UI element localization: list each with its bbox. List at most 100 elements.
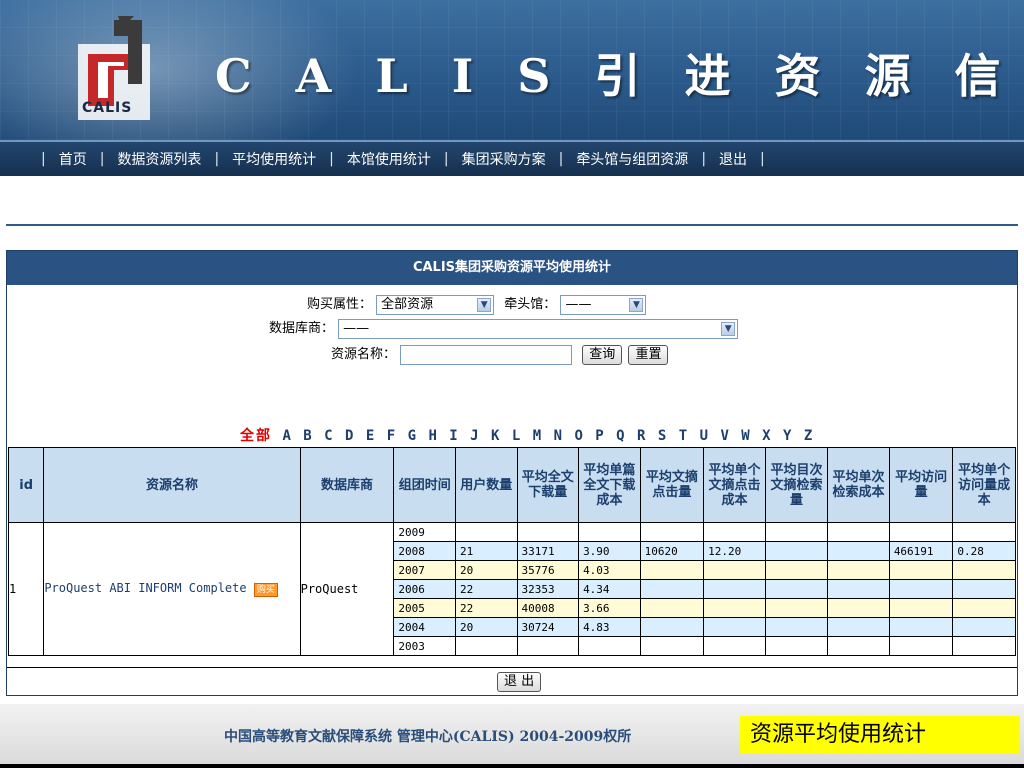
record-name-link[interactable]: ProQuest ABI INFORM Complete [44,581,246,595]
cell-download-cost [578,636,641,656]
nav-item-resource-list[interactable]: 数据资源列表 [117,149,201,169]
table-header-row: id 资源名称 数据库商 组团时间 用户数量 平均全文下载量 平均单篇全文下载成… [7,447,1016,523]
chevron-down-icon: ▼ [721,321,736,336]
resource-name-input[interactable] [400,344,573,365]
filter-row-name: 资源名称： 查询 重置 [331,343,669,365]
nav-separator: | [329,151,334,167]
nav-separator: | [558,151,564,167]
nav-separator: | [41,151,46,167]
cell-visits [888,522,954,542]
purchase-label: 购买属性： [307,297,373,312]
col-header-name: 资源名称 [43,447,301,523]
cell-toc-searches [764,617,829,637]
cell-visits [888,579,954,599]
cell-abstract-cost [703,579,766,599]
cell-year: 2005 [393,598,456,618]
cell-year: 2006 [393,579,456,599]
main-nav: | 首页 | 数据资源列表 | 平均使用统计 | 本馆使用统计 | 集团采购方案… [0,140,1024,176]
cell-search-cost [827,560,890,580]
cell-downloads: 33171 [516,541,580,561]
lead-select-value: —— [565,296,592,312]
col-header-visits: 平均访问量 [888,447,954,523]
alpha-all-link[interactable]: 全部 [240,428,272,444]
cell-search-cost [827,617,890,637]
bottom-bar [0,764,1024,768]
col-header-vendor: 数据库商 [299,447,395,523]
cell-download-cost: 4.83 [578,617,641,637]
cell-toc-searches [764,579,829,599]
col-header-downloads: 平均全文下载量 [516,447,580,523]
cell-abstract-cost [703,617,766,637]
nav-item-logout[interactable]: 退出 [719,149,747,169]
vendor-select-value: —— [343,320,370,336]
filter-row-vendor: 数据库商： —— ▼ [269,317,739,339]
nav-separator: | [214,151,220,167]
lead-select[interactable]: —— ▼ [560,294,647,315]
cell-search-cost [827,579,890,599]
cell-download-cost: 3.66 [578,598,641,618]
purchase-select-value: 全部资源 [381,296,434,312]
chevron-down-icon: ▼ [477,297,492,312]
cell-visits [888,560,954,580]
cell-downloads: 35776 [516,560,580,580]
cell-downloads: 32353 [516,579,580,599]
reset-button[interactable]: 重置 [628,344,669,365]
cell-search-cost [827,541,890,561]
cell-toc-searches [764,598,829,618]
cell-visits [888,636,954,656]
table-footer: 退 出 [7,667,1017,696]
cell-year: 2003 [393,636,456,656]
col-header-toc-searches: 平均目次文摘检索量 [764,447,829,523]
copyright-text: 中国高等教育文献保障系统 管理中心(CALIS) 2004-2009权所 [224,729,632,745]
callout-label: 资源平均使用统计 [740,716,1020,754]
nav-separator: | [760,151,765,167]
cell-year: 2008 [393,541,456,561]
cell-toc-searches [764,560,829,580]
cell-users: 20 [454,617,518,637]
buy-badge: 购买 [253,583,278,597]
record-vendor: ProQuest [299,522,395,656]
col-header-visit-cost: 平均单个访问量成本 [952,447,1016,523]
cell-abstract-clicks [639,598,705,618]
cell-toc-searches [764,522,829,542]
col-header-id: id [7,447,45,523]
nav-item-average-stats[interactable]: 平均使用统计 [232,149,316,169]
col-header-year: 组团时间 [393,447,456,523]
nav-item-home[interactable]: 首页 [59,149,87,169]
cell-users [454,522,518,542]
col-header-abstract-clicks: 平均文摘点击量 [639,447,705,523]
nav-item-lead-library[interactable]: 牵头馆与组团资源 [576,149,688,169]
cell-visit-cost [952,560,1016,580]
exit-button[interactable]: 退 出 [497,672,542,692]
cell-abstract-cost [703,560,766,580]
lead-label: 牵头馆： [504,297,557,312]
nav-separator: | [99,151,105,167]
col-header-search-cost: 平均单次检索成本 [827,447,890,523]
cell-visits [888,617,954,637]
cell-downloads [516,522,580,542]
nav-item-group-purchase[interactable]: 集团采购方案 [462,149,546,169]
record-name-cell: ProQuest ABI INFORM Complete 购买 [43,522,301,656]
vendor-select[interactable]: —— ▼ [338,318,739,339]
divider [6,224,1018,226]
nav-separator: | [701,151,707,167]
cell-abstract-cost [703,522,766,542]
header-banner: CALIS C A L I S 引 进 资 源 信 息 平 台 [0,0,1024,140]
cell-year: 2007 [393,560,456,580]
nav-separator: | [443,151,449,167]
cell-search-cost [827,598,890,618]
cell-users [454,636,518,656]
alpha-letter-links[interactable]: A B C D E F G H I J K L M N O P Q R S T … [282,428,814,444]
cell-visit-cost [952,617,1016,637]
cell-abstract-clicks: 10620 [639,541,705,561]
purchase-select[interactable]: 全部资源 ▼ [376,294,495,315]
cell-users: 22 [454,598,518,618]
cell-users: 21 [454,541,518,561]
query-button[interactable]: 查询 [582,344,623,365]
filter-row-purchase: 购买属性： 全部资源 ▼ 牵头馆： —— ▼ [307,293,647,315]
cell-visits [888,598,954,618]
cell-users: 22 [454,579,518,599]
nav-item-library-stats[interactable]: 本馆使用统计 [347,149,431,169]
cell-visits: 466191 [888,541,954,561]
cell-download-cost: 4.03 [578,560,641,580]
